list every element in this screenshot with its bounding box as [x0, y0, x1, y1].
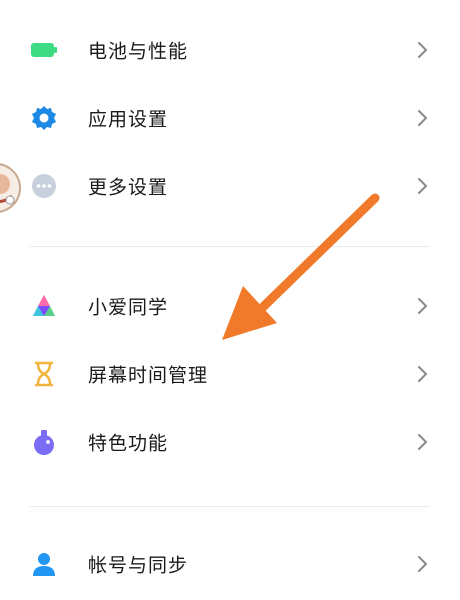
- settings-item-more-settings[interactable]: 更多设置: [0, 156, 460, 216]
- more-dots-icon: [30, 172, 58, 200]
- settings-item-app-settings[interactable]: 应用设置: [0, 88, 460, 148]
- chevron-right-icon: [414, 108, 430, 128]
- settings-item-label: 更多设置: [88, 176, 169, 199]
- section-divider: [30, 506, 430, 507]
- settings-item-label: 应用设置: [88, 108, 169, 131]
- settings-item-label: 帐号与同步: [88, 554, 189, 577]
- settings-item-special-features[interactable]: 特色功能: [0, 412, 460, 472]
- settings-item-xiaoai[interactable]: 小爱同学: [0, 276, 460, 336]
- chevron-right-icon: [414, 432, 430, 452]
- chevron-right-icon: [414, 364, 430, 384]
- settings-item-screen-time[interactable]: 屏幕时间管理: [0, 344, 460, 404]
- chevron-right-icon: [414, 554, 430, 574]
- settings-item-label: 特色功能: [88, 432, 169, 455]
- chevron-right-icon: [414, 176, 430, 196]
- settings-item-label: 电池与性能: [88, 40, 189, 63]
- settings-item-label: 屏幕时间管理: [88, 364, 209, 387]
- xiaoai-icon: [30, 292, 58, 320]
- user-icon: [30, 550, 58, 578]
- chevron-right-icon: [414, 40, 430, 60]
- chevron-right-icon: [414, 296, 430, 316]
- settings-item-account-sync[interactable]: 帐号与同步: [0, 534, 460, 594]
- settings-item-label: 小爱同学: [88, 296, 169, 319]
- hourglass-icon: [30, 360, 58, 388]
- gear-icon: [30, 104, 58, 132]
- flask-icon: [30, 428, 58, 456]
- battery-icon: [30, 36, 58, 64]
- section-divider: [30, 246, 430, 247]
- settings-item-battery[interactable]: 电池与性能: [0, 20, 460, 80]
